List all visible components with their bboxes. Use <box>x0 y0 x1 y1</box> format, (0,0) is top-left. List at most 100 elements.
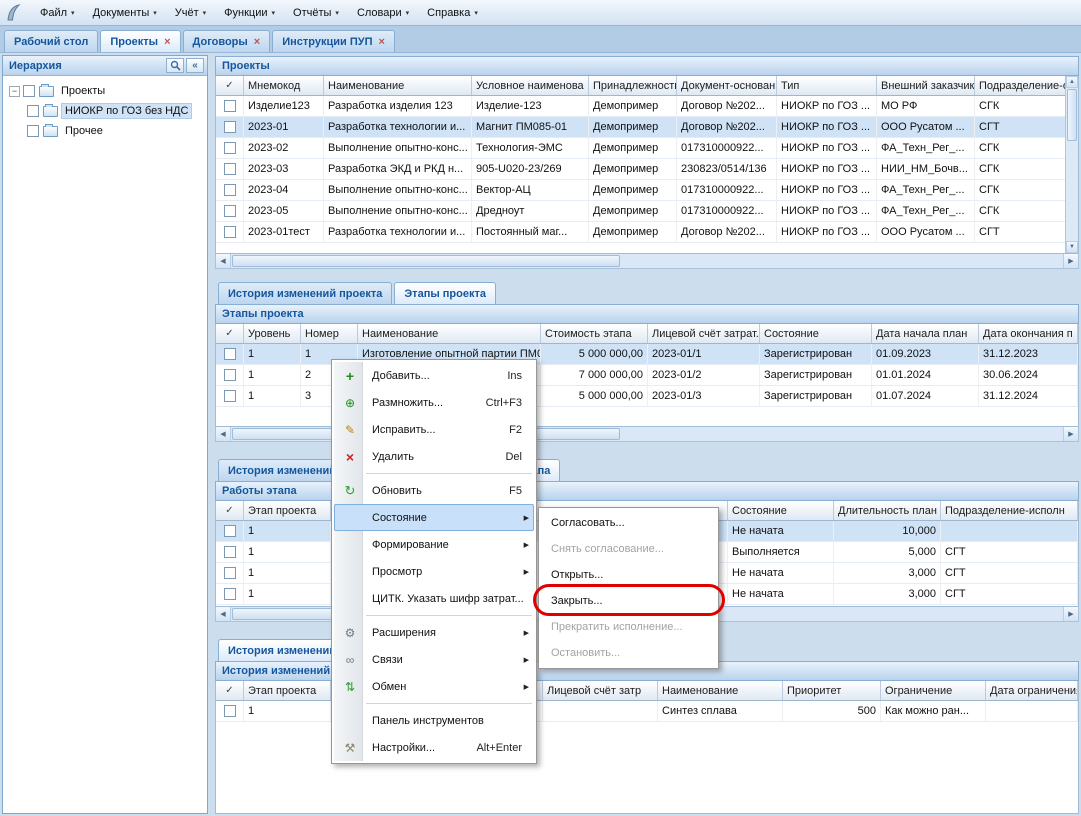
menu-item[interactable]: ЦИТК. Указать шифр затрат... <box>334 585 534 612</box>
tab-close-icon[interactable]: × <box>379 37 385 47</box>
column-header[interactable]: Дата окончания п <box>979 324 1078 343</box>
menubar-item[interactable]: Функции▾ <box>215 4 284 22</box>
menubar-item[interactable]: Файл▾ <box>31 4 84 22</box>
table-row[interactable]: 2023-02Выполнение опытно-конс...Технолог… <box>216 138 1078 159</box>
tab[interactable]: Договоры× <box>183 30 271 52</box>
scroll-thumb[interactable] <box>232 255 620 267</box>
row-checkbox[interactable] <box>224 348 236 360</box>
table-row[interactable]: 2023-05Выполнение опытно-конс...Дредноут… <box>216 201 1078 222</box>
menu-item[interactable]: Формирование▶ <box>334 531 534 558</box>
tab[interactable]: Рабочий стол <box>4 30 98 52</box>
column-header[interactable]: Подразделение-исполн <box>941 501 1078 520</box>
scroll-right-icon[interactable]: ▶ <box>1063 254 1078 268</box>
menubar-item[interactable]: Отчёты▾ <box>284 4 348 22</box>
row-checkbox[interactable] <box>224 121 236 133</box>
scroll-left-icon[interactable]: ◀ <box>216 427 231 441</box>
column-header[interactable]: Этап проекта <box>244 501 331 520</box>
menu-item[interactable]: Открыть... <box>541 562 716 588</box>
scroll-up-icon[interactable]: ▲ <box>1066 76 1078 88</box>
select-all-header[interactable]: ✓ <box>216 324 244 343</box>
table-row[interactable]: 2023-01тестРазработка технологии и...Пос… <box>216 222 1078 243</box>
table-row[interactable]: 2023-03Разработка ЭКД и РКД н...905-U020… <box>216 159 1078 180</box>
tab-close-icon[interactable]: × <box>254 37 260 47</box>
column-header[interactable]: Наименование <box>658 681 783 700</box>
menu-item[interactable]: ×УдалитьDel <box>334 443 534 470</box>
tree-node-prochee[interactable]: Прочее <box>5 121 205 141</box>
menu-item[interactable]: Просмотр▶ <box>334 558 534 585</box>
tab-close-icon[interactable]: × <box>164 37 170 47</box>
scroll-right-icon[interactable]: ▶ <box>1063 427 1078 441</box>
tree-node-projects[interactable]: − Проекты <box>5 81 205 101</box>
row-checkbox[interactable] <box>224 705 236 717</box>
horizontal-scrollbar[interactable]: ◀ ▶ <box>215 254 1079 269</box>
column-header[interactable]: Этап проекта <box>244 681 331 700</box>
select-all-header[interactable]: ✓ <box>216 76 244 95</box>
column-header[interactable]: Тип <box>777 76 877 95</box>
menu-item[interactable]: ∞Связи▶ <box>334 646 534 673</box>
column-header[interactable]: Наименование <box>358 324 541 343</box>
column-header[interactable]: Дата начала план <box>872 324 979 343</box>
column-header[interactable]: Условное наименова <box>472 76 589 95</box>
tree-node-checkbox[interactable] <box>27 105 39 117</box>
menu-item[interactable]: Согласовать... <box>541 510 716 536</box>
column-header[interactable]: Ограничение <box>881 681 986 700</box>
tree-node-checkbox[interactable] <box>27 125 39 137</box>
column-header[interactable]: Уровень <box>244 324 301 343</box>
menu-item[interactable]: ✎Исправить...F2 <box>334 416 534 443</box>
column-header[interactable]: Документ-основан <box>677 76 777 95</box>
row-checkbox[interactable] <box>224 100 236 112</box>
row-checkbox[interactable] <box>224 163 236 175</box>
menubar-item[interactable]: Документы▾ <box>84 4 166 22</box>
tab[interactable]: Инструкции ПУП× <box>272 30 395 52</box>
column-header[interactable]: Стоимость этапа <box>541 324 648 343</box>
table-row[interactable]: 2023-04Выполнение опытно-конс...Вектор-А… <box>216 180 1078 201</box>
tree-node-niokr[interactable]: НИОКР по ГОЗ без НДС <box>5 101 205 121</box>
scroll-left-icon[interactable]: ◀ <box>216 607 231 621</box>
row-checkbox[interactable] <box>224 184 236 196</box>
search-button[interactable] <box>166 58 184 73</box>
column-header[interactable]: Мнемокод <box>244 76 324 95</box>
select-all-header[interactable]: ✓ <box>216 681 244 700</box>
column-header[interactable]: Принадлежность <box>589 76 677 95</box>
column-header[interactable]: Подразделение-от <box>975 76 1078 95</box>
row-checkbox[interactable] <box>224 390 236 402</box>
column-header[interactable]: Длительность план▼ <box>834 501 941 520</box>
menu-item[interactable]: ⚒Настройки...Alt+Enter <box>334 734 534 761</box>
column-header[interactable]: Внешний заказчик <box>877 76 975 95</box>
column-header[interactable]: Номер <box>301 324 358 343</box>
menubar-item[interactable]: Словари▾ <box>348 4 418 22</box>
table-row[interactable]: 2023-01Разработка технологии и...Магнит … <box>216 117 1078 138</box>
menu-item[interactable]: ⚙Расширения▶ <box>334 619 534 646</box>
tab[interactable]: Проекты× <box>100 30 180 52</box>
menubar-item[interactable]: Учёт▾ <box>166 4 215 22</box>
tab[interactable]: Этапы проекта <box>394 282 496 304</box>
scroll-right-icon[interactable]: ▶ <box>1063 607 1078 621</box>
column-header[interactable]: Лицевой счёт затр <box>543 681 658 700</box>
row-checkbox[interactable] <box>224 226 236 238</box>
collapse-expander-icon[interactable]: − <box>9 86 20 97</box>
vertical-scrollbar[interactable]: ▲ ▼ <box>1065 76 1078 253</box>
menu-item[interactable]: ⊕Размножить...Ctrl+F3 <box>334 389 534 416</box>
collapse-panel-button[interactable]: « <box>186 58 204 73</box>
column-header[interactable]: Состояние <box>728 501 834 520</box>
select-all-header[interactable]: ✓ <box>216 501 244 520</box>
scroll-thumb[interactable] <box>1067 89 1077 141</box>
column-header[interactable]: Приоритет <box>783 681 881 700</box>
column-header[interactable]: Дата ограничения <box>986 681 1078 700</box>
menu-item[interactable]: ⇅Обмен▶ <box>334 673 534 700</box>
scroll-down-icon[interactable]: ▼ <box>1066 241 1078 253</box>
menubar-item[interactable]: Справка▾ <box>418 4 487 22</box>
row-checkbox[interactable] <box>224 588 236 600</box>
row-checkbox[interactable] <box>224 142 236 154</box>
menu-item[interactable]: Закрыть... <box>541 588 716 614</box>
menu-item[interactable]: +Добавить...Ins <box>334 362 534 389</box>
column-header[interactable]: Состояние <box>760 324 872 343</box>
menu-item[interactable]: ↻ОбновитьF5 <box>334 477 534 504</box>
column-header[interactable]: Лицевой счёт затрат. <box>648 324 760 343</box>
menu-item[interactable]: Панель инструментов <box>334 707 534 734</box>
tree-node-checkbox[interactable] <box>23 85 35 97</box>
column-header[interactable]: Наименование <box>324 76 472 95</box>
row-checkbox[interactable] <box>224 369 236 381</box>
row-checkbox[interactable] <box>224 567 236 579</box>
scroll-left-icon[interactable]: ◀ <box>216 254 231 268</box>
